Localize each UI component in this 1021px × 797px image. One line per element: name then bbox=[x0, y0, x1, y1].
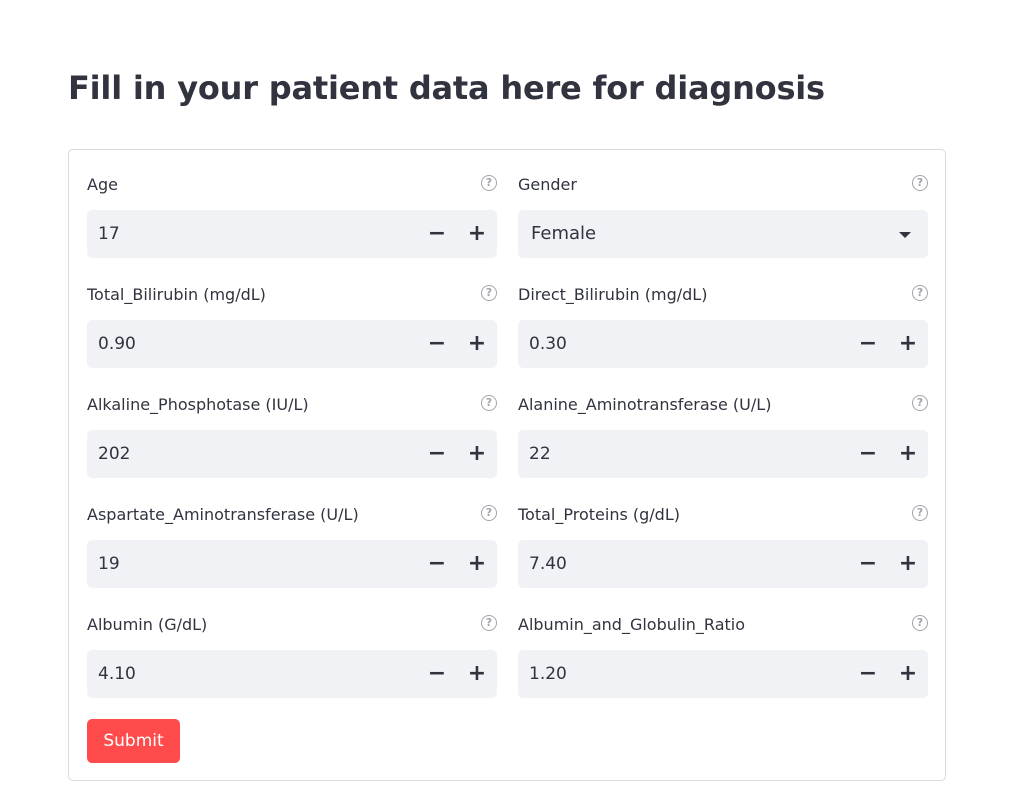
diagnosis-form: Age ? 17 − + Gender ? Female Total_Bilir… bbox=[68, 149, 946, 781]
albumin-globulin-ratio-increment-button[interactable]: + bbox=[892, 658, 924, 690]
help-icon[interactable]: ? bbox=[912, 615, 928, 631]
direct-bilirubin-input[interactable]: 0.30 − + bbox=[518, 320, 928, 368]
help-icon[interactable]: ? bbox=[912, 175, 928, 191]
alkaline-phosphotase-decrement-button[interactable]: − bbox=[421, 438, 453, 470]
page: Fill in your patient data here for diagn… bbox=[0, 0, 1021, 797]
gender-select[interactable]: Female bbox=[518, 210, 928, 258]
total-bilirubin-decrement-button[interactable]: − bbox=[421, 328, 453, 360]
direct-bilirubin-increment-button[interactable]: + bbox=[892, 328, 924, 360]
help-icon[interactable]: ? bbox=[912, 285, 928, 301]
age-increment-button[interactable]: + bbox=[461, 218, 493, 250]
albumin-input[interactable]: 4.10 − + bbox=[87, 650, 497, 698]
alanine-aminotransferase-label: Alanine_Aminotransferase (U/L) bbox=[518, 395, 772, 414]
alanine-aminotransferase-increment-button[interactable]: + bbox=[892, 438, 924, 470]
direct-bilirubin-value[interactable]: 0.30 bbox=[529, 333, 567, 355]
direct-bilirubin-decrement-button[interactable]: − bbox=[852, 328, 884, 360]
total-bilirubin-label: Total_Bilirubin (mg/dL) bbox=[87, 285, 266, 304]
alkaline-phosphotase-label: Alkaline_Phosphotase (IU/L) bbox=[87, 395, 309, 414]
aspartate-aminotransferase-input[interactable]: 19 − + bbox=[87, 540, 497, 588]
alanine-aminotransferase-decrement-button[interactable]: − bbox=[852, 438, 884, 470]
total-bilirubin-increment-button[interactable]: + bbox=[461, 328, 493, 360]
direct-bilirubin-label: Direct_Bilirubin (mg/dL) bbox=[518, 285, 708, 304]
aspartate-aminotransferase-value[interactable]: 19 bbox=[98, 553, 120, 575]
total-proteins-decrement-button[interactable]: − bbox=[852, 548, 884, 580]
alkaline-phosphotase-input[interactable]: 202 − + bbox=[87, 430, 497, 478]
total-proteins-label: Total_Proteins (g/dL) bbox=[518, 505, 680, 524]
age-label: Age bbox=[87, 175, 118, 194]
age-decrement-button[interactable]: − bbox=[421, 218, 453, 250]
aspartate-aminotransferase-decrement-button[interactable]: − bbox=[421, 548, 453, 580]
total-proteins-value[interactable]: 7.40 bbox=[529, 553, 567, 575]
aspartate-aminotransferase-label: Aspartate_Aminotransferase (U/L) bbox=[87, 505, 359, 524]
albumin-value[interactable]: 4.10 bbox=[98, 663, 136, 685]
help-icon[interactable]: ? bbox=[481, 615, 497, 631]
total-bilirubin-input[interactable]: 0.90 − + bbox=[87, 320, 497, 368]
chevron-down-icon[interactable] bbox=[899, 232, 911, 238]
help-icon[interactable]: ? bbox=[481, 285, 497, 301]
aspartate-aminotransferase-increment-button[interactable]: + bbox=[461, 548, 493, 580]
age-input[interactable]: 17 − + bbox=[87, 210, 497, 258]
albumin-globulin-ratio-input[interactable]: 1.20 − + bbox=[518, 650, 928, 698]
albumin-decrement-button[interactable]: − bbox=[421, 658, 453, 690]
gender-selected-value[interactable]: Female bbox=[531, 223, 596, 245]
albumin-globulin-ratio-label: Albumin_and_Globulin_Ratio bbox=[518, 615, 745, 634]
albumin-globulin-ratio-decrement-button[interactable]: − bbox=[852, 658, 884, 690]
age-value[interactable]: 17 bbox=[98, 223, 120, 245]
albumin-label: Albumin (G/dL) bbox=[87, 615, 208, 634]
alanine-aminotransferase-input[interactable]: 22 − + bbox=[518, 430, 928, 478]
help-icon[interactable]: ? bbox=[912, 395, 928, 411]
page-title: Fill in your patient data here for diagn… bbox=[68, 69, 825, 107]
help-icon[interactable]: ? bbox=[481, 395, 497, 411]
alkaline-phosphotase-increment-button[interactable]: + bbox=[461, 438, 493, 470]
gender-label: Gender bbox=[518, 175, 577, 194]
albumin-globulin-ratio-value[interactable]: 1.20 bbox=[529, 663, 567, 685]
help-icon[interactable]: ? bbox=[481, 175, 497, 191]
submit-button[interactable]: Submit bbox=[87, 719, 180, 763]
help-icon[interactable]: ? bbox=[912, 505, 928, 521]
alanine-aminotransferase-value[interactable]: 22 bbox=[529, 443, 551, 465]
total-proteins-increment-button[interactable]: + bbox=[892, 548, 924, 580]
albumin-increment-button[interactable]: + bbox=[461, 658, 493, 690]
alkaline-phosphotase-value[interactable]: 202 bbox=[98, 443, 130, 465]
total-bilirubin-value[interactable]: 0.90 bbox=[98, 333, 136, 355]
help-icon[interactable]: ? bbox=[481, 505, 497, 521]
total-proteins-input[interactable]: 7.40 − + bbox=[518, 540, 928, 588]
